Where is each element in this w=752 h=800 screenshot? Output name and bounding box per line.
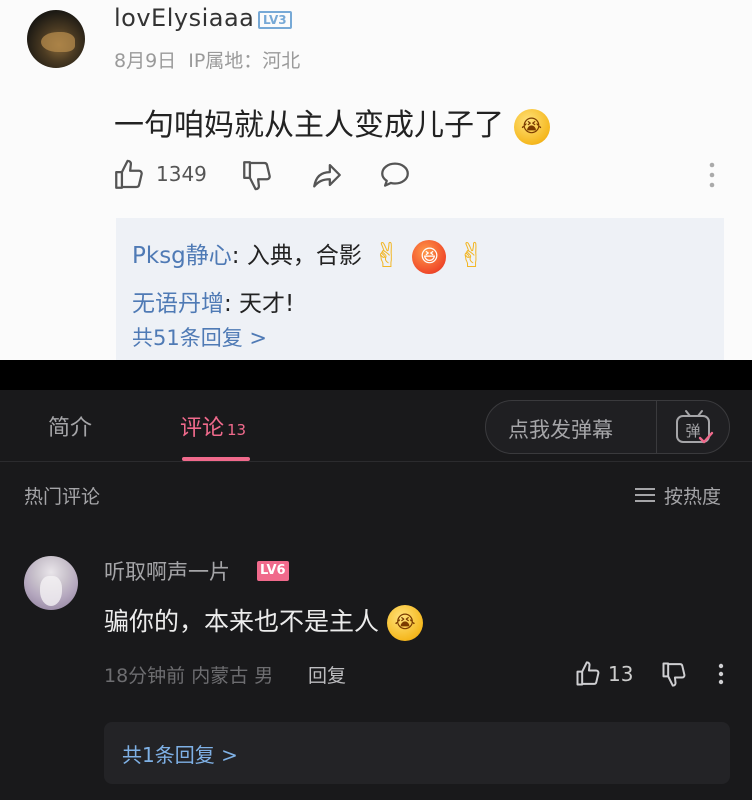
like-button[interactable]: [112, 158, 146, 192]
victory-hand-emoji-icon: ✌: [372, 235, 402, 276]
danmaku-placeholder: 点我发弹幕: [508, 418, 613, 442]
danmaku-icon: 弹: [676, 410, 714, 444]
reply-preview: 无语丹增: 天才!: [132, 280, 708, 328]
dislike-button[interactable]: [660, 660, 688, 692]
tab-comments-label: 评论: [180, 416, 225, 441]
danmaku-input[interactable]: 点我发弹幕 弹: [485, 400, 730, 454]
tab-bar: 简介 评论 13 点我发弹幕 弹: [0, 390, 752, 462]
laughing-crying-emoji-icon: 😭: [386, 605, 423, 641]
reply-preview-box: Pksg静心: 入典，合影 ✌ 😆 ✌ 无语丹增: 天才! 共51条回复 >: [116, 218, 724, 360]
like-count: 13: [608, 662, 634, 686]
view-all-replies-link[interactable]: 共51条回复 >: [132, 322, 708, 352]
username[interactable]: lovElysiaaa: [114, 4, 254, 32]
comment-meta: 18分钟前 内蒙古 男: [104, 665, 274, 687]
sort-label: 按热度: [664, 486, 722, 508]
avatar[interactable]: [27, 10, 85, 68]
reply-preview: Pksg静心: 入典，合影 ✌ 😆 ✌: [132, 232, 708, 280]
laughing-emoji-icon: 😆: [412, 239, 447, 274]
comment-date: 8月9日: [114, 50, 177, 72]
more-vertical-icon: [718, 663, 724, 685]
embedded-screenshot: lovElysiaaa LV3 8月9日 IP属地：河北 一句咱妈就从主人变成儿…: [0, 0, 752, 360]
username[interactable]: 听取啊声一片: [104, 556, 230, 586]
reply-author[interactable]: Pksg静心: [132, 243, 232, 269]
more-vertical-icon: [709, 162, 715, 188]
reply-button[interactable]: [378, 158, 412, 192]
comment-actions: 1349: [112, 158, 732, 194]
list-sort-icon: [634, 486, 656, 509]
comments-panel: 简介 评论 13 点我发弹幕 弹 热门评论 按热度 听取啊声一片 LV6 骗你的…: [0, 390, 752, 800]
svg-text:弹: 弹: [685, 422, 700, 440]
sort-button[interactable]: 按热度: [634, 482, 721, 509]
level-badge: LV3: [258, 11, 292, 29]
comment-bubble-icon: [381, 162, 409, 187]
reply-author[interactable]: 无语丹增: [132, 291, 224, 317]
comment-text: 一句咱妈就从主人变成儿子了 😭: [114, 100, 550, 145]
level-badge: LV6: [257, 561, 289, 581]
dislike-button[interactable]: [240, 158, 274, 192]
comment-meta: 8月9日 IP属地：河北: [114, 46, 300, 73]
view-all-replies-link[interactable]: 共1条回复 >: [122, 739, 238, 768]
share-button[interactable]: [310, 158, 344, 192]
reply-button[interactable]: 回复: [308, 661, 346, 688]
laughing-crying-emoji-icon: 😭: [513, 108, 550, 145]
more-menu-button[interactable]: [716, 662, 726, 690]
reply-text: : 天才!: [224, 291, 295, 317]
divider: [656, 401, 657, 453]
victory-hand-emoji-icon: ✌: [457, 235, 487, 276]
share-arrow-icon: [313, 163, 341, 188]
reply-text: : 入典，合影: [231, 243, 362, 269]
thumbs-up-icon: [576, 661, 600, 686]
divider: [0, 360, 752, 390]
more-menu-button[interactable]: [706, 160, 718, 190]
active-tab-indicator: [182, 457, 250, 461]
like-count: 1349: [156, 162, 207, 186]
ip-location: IP属地：河北: [188, 50, 301, 72]
replies-box[interactable]: 共1条回复 >: [104, 722, 730, 784]
danmaku-toggle-button[interactable]: 弹: [672, 408, 716, 452]
comment-text: 骗你的，本来也不是主人 😭: [104, 602, 423, 641]
section-title: 热门评论: [24, 486, 101, 508]
tab-intro[interactable]: 简介: [48, 410, 92, 442]
thumbs-down-icon: [662, 662, 686, 687]
avatar[interactable]: [24, 556, 78, 610]
tab-comments[interactable]: 评论 13: [180, 410, 246, 442]
comment-body: 一句咱妈就从主人变成儿子了: [114, 108, 504, 143]
comments-count: 13: [227, 421, 247, 439]
like-button[interactable]: [574, 660, 602, 692]
thumbs-down-icon: [243, 161, 271, 191]
thumbs-up-icon: [115, 159, 143, 189]
comment-body: 骗你的，本来也不是主人: [104, 607, 380, 636]
